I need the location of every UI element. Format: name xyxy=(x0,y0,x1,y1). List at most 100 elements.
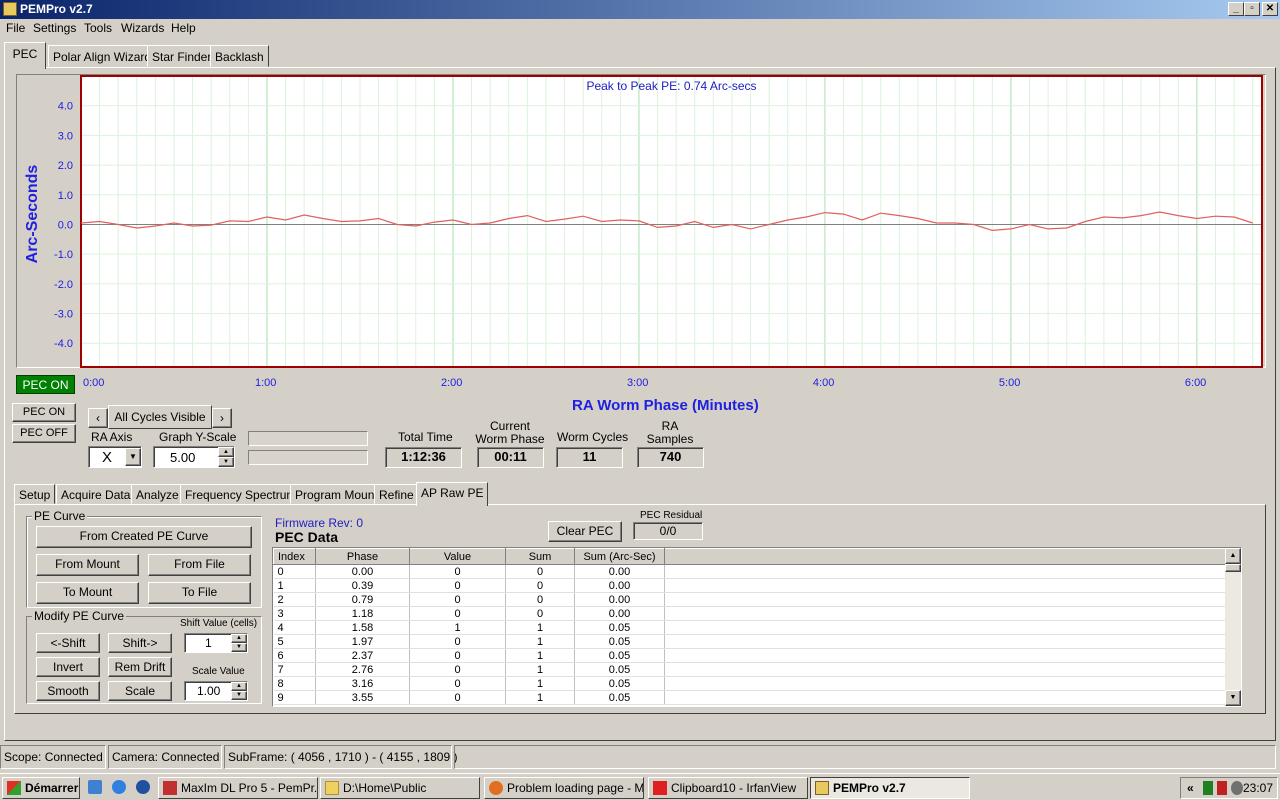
scroll-up-icon[interactable]: ▲ xyxy=(1225,548,1241,564)
shift-value-input[interactable]: 1 ▲ ▼ xyxy=(184,633,248,653)
table-cell: 0.00 xyxy=(574,564,665,579)
scale-button[interactable]: Scale xyxy=(108,681,172,701)
table-row[interactable]: 6 2.37 0 1 0.05 xyxy=(273,648,1240,663)
tab-backlash[interactable]: Backlash xyxy=(210,45,269,67)
menu-wizards[interactable]: Wizards xyxy=(121,21,164,35)
table-row[interactable]: 4 1.58 1 1 0.05 xyxy=(273,620,1240,635)
table-cell-filler xyxy=(664,634,1240,649)
from-created-pe-curve-button[interactable]: From Created PE Curve xyxy=(36,526,252,548)
table-scrollbar[interactable]: ▲ ▼ xyxy=(1225,548,1241,706)
task-explorer[interactable]: D:\Home\Public xyxy=(320,777,480,799)
ie-icon[interactable] xyxy=(112,780,126,794)
pec-on-button[interactable]: PEC ON xyxy=(12,403,76,422)
start-button[interactable]: Démarrer xyxy=(2,777,80,799)
col-sum[interactable]: Sum xyxy=(505,548,575,565)
table-cell-filler xyxy=(664,648,1240,663)
firefox-icon xyxy=(489,781,503,795)
graph-y-scale-input[interactable]: 5.00 ▲ ▼ xyxy=(153,446,235,468)
media-player-icon[interactable] xyxy=(136,780,150,794)
ra-axis-select[interactable]: X ▼ xyxy=(88,446,142,468)
col-phase[interactable]: Phase xyxy=(315,548,410,565)
pec-data-table[interactable]: Index Phase Value Sum Sum (Arc-Sec) 0 0.0… xyxy=(272,547,1242,707)
pec-data-title: PEC Data xyxy=(275,529,339,545)
y-tick-label: 0.0 xyxy=(58,219,73,231)
graph-y-scale-label: Graph Y-Scale xyxy=(159,430,237,444)
table-row[interactable]: 3 1.18 0 0 0.00 xyxy=(273,606,1240,621)
chevron-down-icon[interactable]: ▼ xyxy=(125,448,141,466)
shift-right-button[interactable]: Shift-> xyxy=(108,633,172,653)
y-tick-label: 4.0 xyxy=(58,101,73,113)
col-index[interactable]: Index xyxy=(273,548,316,565)
rem-drift-button[interactable]: Rem Drift xyxy=(108,657,172,677)
tab-star-finder[interactable]: Star Finder xyxy=(147,45,217,67)
tab-ap-raw-pe[interactable]: AP Raw PE xyxy=(416,482,489,506)
spin-up-icon[interactable]: ▲ xyxy=(231,634,247,643)
spin-down-icon[interactable]: ▼ xyxy=(218,457,234,467)
table-row[interactable]: 1 0.39 0 0 0.00 xyxy=(273,578,1240,593)
menu-help[interactable]: Help xyxy=(171,21,196,35)
tab-polar-align-wizard[interactable]: Polar Align Wizard xyxy=(48,45,157,67)
speaker-icon[interactable] xyxy=(1231,781,1243,795)
prev-cycle-button[interactable]: ‹ xyxy=(88,408,108,428)
tab-pec[interactable]: PEC xyxy=(4,42,46,69)
to-mount-button[interactable]: To Mount xyxy=(36,582,139,604)
spin-up-icon[interactable]: ▲ xyxy=(231,682,247,691)
task-firefox[interactable]: Problem loading page - M... xyxy=(484,777,644,799)
menu-settings[interactable]: Settings xyxy=(33,21,76,35)
from-mount-button[interactable]: From Mount xyxy=(36,554,139,576)
table-cell-filler xyxy=(664,592,1240,607)
table-row[interactable]: 5 1.97 0 1 0.05 xyxy=(273,634,1240,649)
tab-setup[interactable]: Setup xyxy=(14,484,56,504)
col-value[interactable]: Value xyxy=(409,548,506,565)
pec-off-button[interactable]: PEC OFF xyxy=(12,424,76,443)
to-file-button[interactable]: To File xyxy=(148,582,251,604)
task-pempro[interactable]: PEMPro v2.7 xyxy=(810,777,970,799)
table-cell: 0.05 xyxy=(574,620,665,635)
cycles-visible-display: All Cycles Visible xyxy=(108,405,212,429)
spin-down-icon[interactable]: ▼ xyxy=(231,691,247,700)
menu-file[interactable]: File xyxy=(6,21,25,35)
tab-acquire-data[interactable]: Acquire Data xyxy=(56,484,136,504)
table-row[interactable]: 8 3.16 0 1 0.05 xyxy=(273,676,1240,691)
menu-tools[interactable]: Tools xyxy=(84,21,112,35)
start-label: Démarrer xyxy=(25,781,79,795)
from-file-button[interactable]: From File xyxy=(148,554,251,576)
tray-app-icon[interactable] xyxy=(1203,781,1213,795)
col-filler xyxy=(664,548,1240,565)
task-irfanview[interactable]: Clipboard10 - IrfanView xyxy=(648,777,808,799)
col-sum-arcsec[interactable]: Sum (Arc-Sec) xyxy=(574,548,665,565)
tab-analyze[interactable]: Analyze xyxy=(131,484,184,504)
table-cell: 0.00 xyxy=(574,578,665,593)
scroll-thumb[interactable] xyxy=(1225,564,1241,572)
tab-frequency-spectrum[interactable]: Frequency Spectrum xyxy=(180,484,302,504)
restore-button[interactable]: ▫ xyxy=(1244,2,1260,16)
table-row[interactable]: 0 0.00 0 0 0.00 xyxy=(273,564,1240,579)
table-row[interactable]: 2 0.79 0 0 0.00 xyxy=(273,592,1240,607)
tray-chevron-icon[interactable]: « xyxy=(1187,781,1194,795)
tab-refine[interactable]: Refine xyxy=(374,484,419,504)
smooth-button[interactable]: Smooth xyxy=(36,681,100,701)
tab-program-mount[interactable]: Program Mount xyxy=(290,484,383,504)
invert-button[interactable]: Invert xyxy=(36,657,100,677)
table-row[interactable]: 7 2.76 0 1 0.05 xyxy=(273,662,1240,677)
next-cycle-button[interactable]: › xyxy=(212,408,232,428)
close-button[interactable]: ✕ xyxy=(1262,2,1278,16)
shift-left-button[interactable]: <-Shift xyxy=(36,633,100,653)
minimize-button[interactable]: _ xyxy=(1228,2,1244,16)
worm-cycles-value: 11 xyxy=(556,447,623,468)
table-cell-filler xyxy=(664,578,1240,593)
task-maxim-dl[interactable]: MaxIm DL Pro 5 - PemPr... xyxy=(158,777,318,799)
table-cell-filler xyxy=(664,676,1240,691)
table-cell: 0 xyxy=(409,676,506,691)
table-row[interactable]: 9 3.55 0 1 0.05 xyxy=(273,690,1240,705)
scroll-down-icon[interactable]: ▼ xyxy=(1225,690,1241,706)
spin-up-icon[interactable]: ▲ xyxy=(218,447,234,457)
clear-pec-button[interactable]: Clear PEC xyxy=(548,521,622,542)
desktop-icon[interactable] xyxy=(88,780,102,794)
table-cell: 2.76 xyxy=(315,662,410,677)
spin-down-icon[interactable]: ▼ xyxy=(231,643,247,652)
table-cell: 9 xyxy=(273,690,316,705)
tray-app-icon[interactable] xyxy=(1217,781,1227,795)
table-cell-filler xyxy=(664,564,1240,579)
scale-value-input[interactable]: 1.00 ▲ ▼ xyxy=(184,681,248,701)
